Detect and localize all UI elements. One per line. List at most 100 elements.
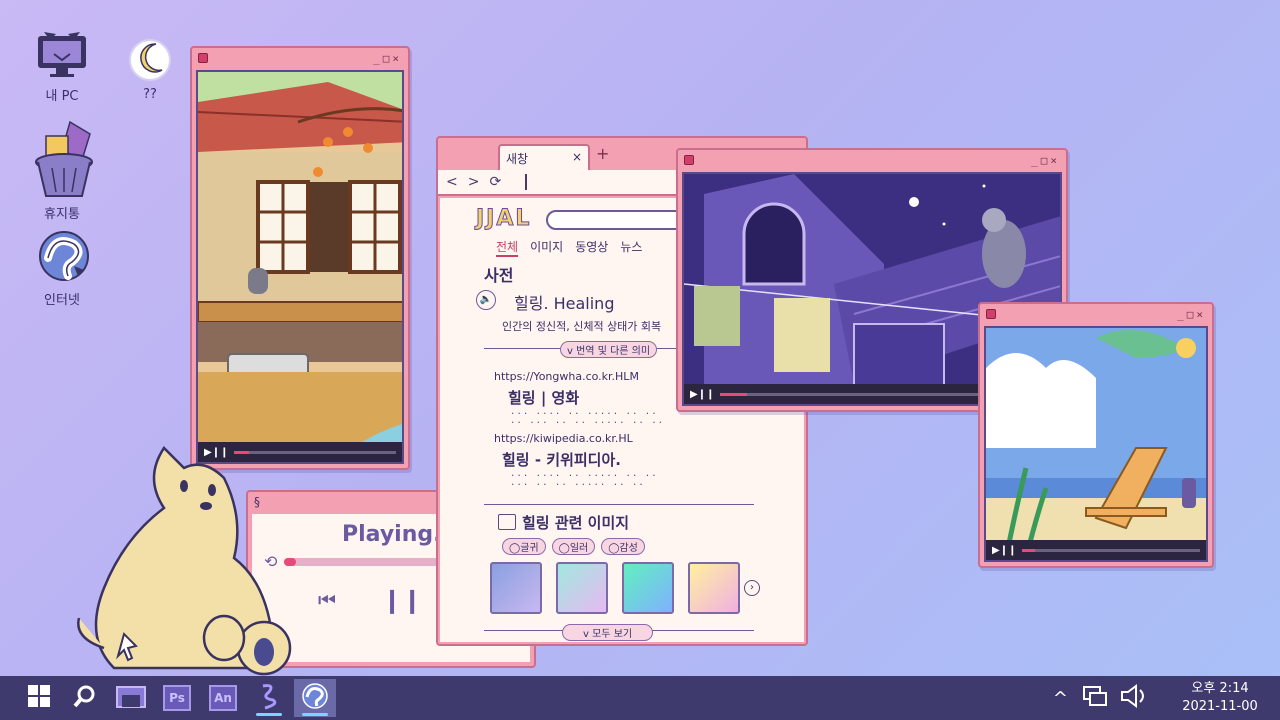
windows-icon: [27, 684, 51, 712]
image-filters: ◯글귀 ◯일러 ◯감성: [502, 538, 645, 555]
image-thumbnail[interactable]: [622, 562, 674, 614]
squiggle-icon: [257, 682, 281, 714]
internet-icon: [34, 226, 90, 286]
image-icon: [498, 514, 516, 530]
video-progress-track[interactable]: [1022, 548, 1200, 552]
next-images-button[interactable]: ›: [744, 580, 760, 596]
video-frame[interactable]: ▶❙❙: [984, 326, 1208, 562]
result-url[interactable]: https://Yongwha.co.kr.HLM: [494, 370, 664, 383]
pause-button[interactable]: ❙❙: [382, 586, 422, 614]
search-tab-news[interactable]: 뉴스: [620, 238, 642, 257]
video-progress-fill: [1022, 548, 1035, 552]
more-meanings-label: 번역 및 다른 의미: [576, 346, 651, 357]
filter-chip[interactable]: ◯감성: [601, 538, 645, 555]
search-tab-images[interactable]: 이미지: [530, 238, 563, 257]
filter-chip[interactable]: ◯일러: [551, 538, 596, 555]
system-tray: ^ 오후 2:14 2021-11-00: [1053, 676, 1280, 720]
dictionary-definition: 인간의 정신적, 신체적 상태가 회복: [502, 320, 662, 333]
image-thumbnail[interactable]: [490, 562, 542, 614]
reload-button[interactable]: ⟳: [489, 174, 501, 190]
tab-label: 새창: [506, 152, 529, 166]
title-bar[interactable]: _□×: [980, 304, 1212, 324]
internet-icon: [301, 682, 329, 714]
see-all-button[interactable]: v 모두 보기: [562, 624, 654, 641]
image-thumbnail[interactable]: [688, 562, 740, 614]
volume-icon[interactable]: [1120, 684, 1150, 712]
title-bar[interactable]: _□×: [678, 150, 1066, 170]
more-meanings-button[interactable]: v 번역 및 다른 의미: [560, 341, 658, 358]
site-logo: JJAL: [475, 206, 532, 232]
monitor-cat-icon: [34, 26, 90, 82]
filter-chip-label: 감성: [619, 543, 638, 554]
desktop-icon-label: 내 PC: [45, 89, 79, 104]
video-window-house[interactable]: _□× ▶❙❙: [190, 46, 410, 470]
video-frame[interactable]: ▶❙❙: [196, 70, 404, 464]
address-bar[interactable]: [525, 174, 528, 190]
search-icon: [73, 684, 97, 712]
clock-time: 오후 2:14: [1191, 681, 1249, 696]
desktop-icon-label: ??: [143, 87, 157, 102]
result-snippet: ... .... .. ..... .. .. ... .. .. ..... …: [510, 469, 658, 488]
trash-icon: [34, 120, 93, 200]
photoshop-button[interactable]: Ps: [156, 679, 198, 717]
browser-button[interactable]: [294, 679, 336, 717]
forward-button[interactable]: >: [468, 174, 480, 190]
video-controls[interactable]: ▶❙❙: [986, 540, 1206, 560]
desktop-icon-unknown[interactable]: ??: [110, 36, 190, 102]
filter-chip-label: 글귀: [520, 543, 539, 554]
clock-date: 2021-11-00: [1182, 699, 1258, 714]
result-snippet: ... .... .. ..... .. .. .. ... .. .. ...…: [510, 407, 665, 426]
window-controls[interactable]: _□×: [1177, 308, 1206, 321]
new-tab-button[interactable]: +: [596, 144, 609, 163]
result-title[interactable]: 힐링 - 키위피디아.: [502, 449, 658, 470]
filter-chip[interactable]: ◯글귀: [502, 538, 546, 555]
search-button[interactable]: [64, 679, 106, 717]
play-icon[interactable]: ▶❙❙: [690, 389, 714, 400]
file-explorer-button[interactable]: [110, 679, 152, 717]
desktop-icon-my-pc[interactable]: 내 PC: [22, 26, 102, 104]
result-url[interactable]: https://kiwipedia.co.kr.HL: [494, 432, 658, 445]
video-window-beach[interactable]: _□× ▶❙❙: [978, 302, 1214, 568]
playing-status: Playing.: [342, 522, 442, 547]
network-icon[interactable]: [1082, 685, 1108, 711]
desktop-icon-internet[interactable]: 인터넷: [22, 226, 102, 308]
folder-icon: [116, 683, 146, 713]
play-icon[interactable]: ▶❙❙: [992, 545, 1016, 556]
desktop-icon-recycle-bin[interactable]: 휴지통: [22, 120, 102, 222]
image-thumbnail[interactable]: [556, 562, 608, 614]
search-tab-videos[interactable]: 동영상: [575, 238, 608, 257]
start-button[interactable]: [18, 679, 60, 717]
images-heading: 힐링 관련 이미지: [522, 514, 630, 532]
desktop-icon-label: 인터넷: [44, 293, 80, 308]
search-tab-all[interactable]: 전체: [496, 238, 519, 257]
squiggle-app-button[interactable]: [248, 679, 290, 717]
animate-button[interactable]: An: [202, 679, 244, 717]
search-result[interactable]: https://kiwipedia.co.kr.HL 힐링 - 키위피디아. .…: [494, 432, 658, 488]
dog-mascot-illustration: [74, 438, 304, 678]
chevron-up-icon[interactable]: ^: [1053, 688, 1068, 709]
back-button[interactable]: <: [446, 174, 458, 190]
taskbar: Ps An ^ 오후 2:14 2021-11-00: [0, 676, 1280, 720]
house-illustration: [198, 72, 402, 462]
result-title[interactable]: 힐링 | 영화: [508, 387, 664, 408]
window-controls[interactable]: _□×: [1031, 154, 1060, 167]
video-progress-fill: [720, 392, 748, 396]
search-tabs: 전체 이미지 동영상 뉴스: [496, 238, 642, 257]
dictionary-word: 힐링. Healing: [514, 294, 615, 313]
window-controls[interactable]: _□×: [373, 52, 402, 65]
search-result[interactable]: https://Yongwha.co.kr.HLM 힐링 | 영화 ... ..…: [494, 370, 664, 426]
previous-track-button[interactable]: ⏮: [318, 588, 336, 612]
dictionary-heading: 사전: [484, 266, 514, 285]
clock[interactable]: 오후 2:14 2021-11-00: [1160, 680, 1280, 716]
divider: [484, 504, 754, 505]
animate-icon: An: [209, 685, 237, 711]
speaker-icon[interactable]: 🔈: [476, 290, 496, 310]
moon-icon: [128, 36, 172, 84]
filter-chip-label: 일러: [569, 543, 589, 554]
browser-tab[interactable]: 새창 ×: [498, 144, 590, 170]
app-icon: [198, 53, 208, 63]
title-bar[interactable]: _□×: [192, 48, 408, 68]
tab-close-button[interactable]: ×: [572, 150, 582, 166]
app-icon: [986, 309, 996, 319]
photoshop-icon: Ps: [163, 685, 191, 711]
